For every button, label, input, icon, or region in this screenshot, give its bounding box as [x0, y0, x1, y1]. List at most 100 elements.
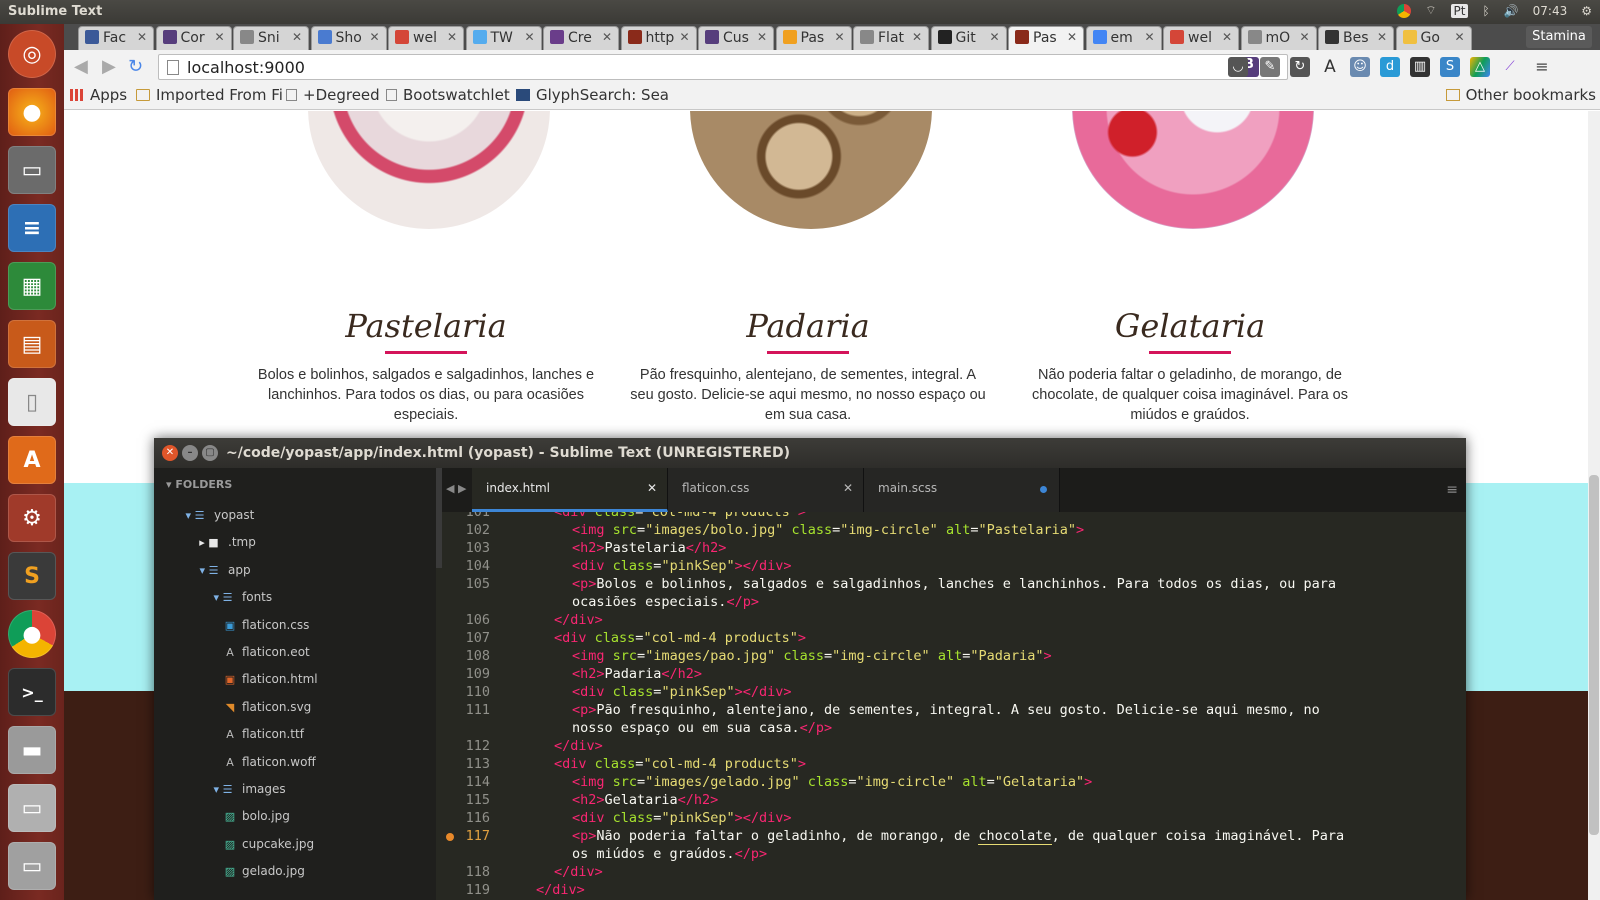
sublime-text-icon[interactable]: S: [8, 552, 56, 600]
bookmark-glyphsearch[interactable]: GlyphSearch: Sea: [516, 86, 669, 104]
browser-tab[interactable]: Git ✕: [930, 26, 1007, 50]
close-tab-icon[interactable]: ✕: [757, 30, 767, 44]
browser-tab[interactable]: Pas ✕: [1008, 26, 1084, 50]
tree-item[interactable]: ▸ ■ .tmp: [196, 535, 256, 549]
close-tab-icon[interactable]: ✕: [679, 30, 689, 44]
system-settings-icon[interactable]: ⚙: [8, 494, 56, 542]
back-icon[interactable]: ◀: [74, 56, 88, 77]
close-tab-icon[interactable]: ✕: [214, 30, 224, 44]
tree-item[interactable]: ▣ flaticon.html: [224, 672, 318, 686]
menu-icon[interactable]: ≡: [1532, 57, 1552, 77]
bluetooth-icon[interactable]: ᛒ: [1482, 4, 1489, 18]
software-center-icon[interactable]: A: [8, 436, 56, 484]
close-tab-icon[interactable]: ✕: [1299, 30, 1309, 44]
terminal-icon[interactable]: >_: [8, 668, 56, 716]
forward-icon[interactable]: ▶: [102, 56, 116, 77]
reload-icon[interactable]: ↻: [128, 56, 143, 77]
drive-icon[interactable]: ▭: [8, 784, 56, 832]
browser-tab[interactable]: Pas ✕: [775, 26, 852, 50]
maximize-window-icon[interactable]: ▢: [202, 445, 218, 461]
writer-icon[interactable]: ≡: [8, 204, 56, 252]
drive-2-icon[interactable]: ▭: [8, 842, 56, 890]
browser-tab[interactable]: wel ✕: [388, 26, 464, 50]
browser-tab[interactable]: http ✕: [620, 26, 697, 50]
close-tab-icon[interactable]: ✕: [369, 30, 379, 44]
volume-icon[interactable]: 🔊: [1504, 4, 1519, 18]
minimize-window-icon[interactable]: –: [182, 445, 198, 461]
scanner-icon[interactable]: ▬: [8, 726, 56, 774]
close-tab-icon[interactable]: ✕: [1222, 30, 1232, 44]
close-tab-icon[interactable]: ✕: [524, 30, 534, 44]
calc-icon[interactable]: ▦: [8, 262, 56, 310]
other-bookmarks[interactable]: Other bookmarks: [1445, 86, 1596, 104]
s-ext-icon[interactable]: S: [1440, 57, 1460, 77]
eyedropper-icon[interactable]: ✎: [1260, 57, 1280, 77]
close-tab-icon[interactable]: ✕: [137, 30, 147, 44]
page-scrollbar[interactable]: [1588, 111, 1600, 900]
tab-flaticon-css[interactable]: flaticon.css ✕: [668, 468, 864, 512]
close-tab-icon[interactable]: ✕: [1454, 30, 1464, 44]
address-bar[interactable]: localhost:9000 B ★: [158, 54, 1288, 80]
browser-tab[interactable]: Sni ✕: [233, 26, 309, 50]
close-tab-icon[interactable]: ✕: [843, 481, 853, 495]
tree-item[interactable]: ▾ ☰ fonts: [210, 590, 273, 604]
tree-item[interactable]: ▨ gelado.jpg: [224, 864, 305, 878]
font-icon[interactable]: A: [1320, 57, 1340, 77]
tree-item[interactable]: Aflaticon.woff: [224, 755, 316, 769]
browser-tab[interactable]: Bes ✕: [1318, 26, 1394, 50]
profile-button[interactable]: Stamina: [1526, 26, 1592, 48]
tree-item[interactable]: ▾ ☰ images: [210, 782, 286, 796]
bookmark-imported[interactable]: Imported From Fi: [136, 86, 283, 104]
tree-item[interactable]: Aflaticon.eot: [224, 645, 310, 659]
keyboard-layout-indicator[interactable]: Pt: [1450, 3, 1469, 18]
drive-ext-icon[interactable]: △: [1470, 57, 1490, 77]
tree-item[interactable]: ▾ ☰ app: [196, 563, 251, 577]
tree-item[interactable]: ◥ flaticon.svg: [224, 700, 312, 714]
settings-gear-icon[interactable]: ⚙: [1581, 4, 1592, 18]
close-tab-icon[interactable]: ✕: [1377, 30, 1387, 44]
bookmark-degreed[interactable]: +Degreed: [286, 86, 380, 104]
sublime-titlebar[interactable]: ✕ – ▢ ~/code/yopast/app/index.html (yopa…: [154, 438, 1466, 468]
tab-index-html[interactable]: index.html ✕: [472, 468, 668, 512]
tree-item[interactable]: ▨ bolo.jpg: [224, 809, 290, 823]
browser-tab[interactable]: TW ✕: [465, 26, 542, 50]
document-icon[interactable]: ▯: [8, 378, 56, 426]
browser-tab[interactable]: Fac ✕: [78, 26, 154, 50]
tree-item[interactable]: ▾ ☰ yopast: [182, 508, 255, 522]
d-ext-icon[interactable]: d: [1380, 57, 1400, 77]
tab-scroll-arrows-icon[interactable]: ◀ ▶: [446, 482, 466, 495]
browser-tab[interactable]: em ✕: [1085, 26, 1162, 50]
impress-icon[interactable]: ▤: [8, 320, 56, 368]
browser-tab[interactable]: Cre ✕: [543, 26, 619, 50]
close-tab-icon[interactable]: ✕: [1067, 30, 1077, 44]
tree-item[interactable]: Aflaticon.ttf: [224, 727, 304, 741]
tab-main-scss[interactable]: main.scss: [864, 468, 1060, 512]
pocket-icon[interactable]: ◡: [1228, 57, 1248, 77]
code-view[interactable]: 101 102 103 104 105 106 107 108 109 110 111 112 113 1…: [442, 512, 1466, 900]
browser-tab[interactable]: Sho ✕: [310, 26, 387, 50]
browser-tab[interactable]: mO ✕: [1240, 26, 1317, 50]
close-tab-icon[interactable]: ✕: [602, 30, 612, 44]
clock[interactable]: 07:43: [1533, 4, 1568, 18]
tree-item[interactable]: ▣ flaticon.css: [224, 618, 310, 632]
folders-header[interactable]: ▾ FOLDERS: [166, 478, 232, 491]
browser-tab[interactable]: Cus ✕: [698, 26, 774, 50]
close-tab-icon[interactable]: ✕: [447, 30, 457, 44]
film-icon[interactable]: ▥: [1410, 57, 1430, 77]
close-tab-icon[interactable]: ✕: [912, 30, 922, 44]
chrome-icon[interactable]: [1397, 3, 1412, 18]
close-tab-icon[interactable]: ✕: [1144, 30, 1154, 44]
browser-tab[interactable]: Flat ✕: [853, 26, 929, 50]
unsaved-dot-icon[interactable]: [1040, 486, 1047, 493]
browser-tab[interactable]: Go ✕: [1395, 26, 1472, 50]
wifi-icon[interactable]: ⌔: [1425, 3, 1436, 18]
page-scrollbar-thumb[interactable]: [1589, 475, 1599, 835]
people-icon[interactable]: ☺: [1350, 57, 1370, 77]
close-tab-icon[interactable]: ✕: [647, 481, 657, 495]
close-tab-icon[interactable]: ✕: [989, 30, 999, 44]
close-tab-icon[interactable]: ✕: [834, 30, 844, 44]
sync-icon[interactable]: ↻: [1290, 57, 1310, 77]
ubuntu-dash-icon[interactable]: ◎: [8, 30, 56, 78]
chrome-launcher-icon[interactable]: ●: [8, 610, 56, 658]
close-window-icon[interactable]: ✕: [162, 445, 178, 461]
